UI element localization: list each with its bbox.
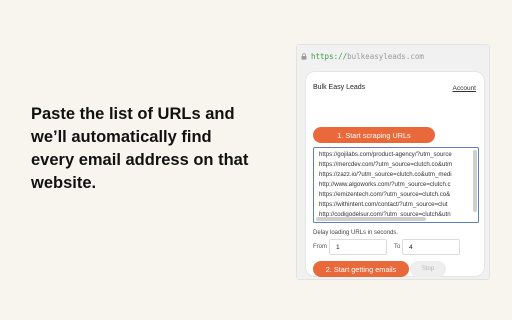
from-label: From — [313, 244, 327, 250]
extension-popup: Bulk Easy Leads Account 1. Start scrapin… — [305, 71, 485, 277]
address-bar[interactable]: https:// bulkeasyleads.com — [297, 45, 489, 67]
to-input[interactable]: 4 — [402, 239, 460, 255]
marketing-headline: Paste the list of URLs and we’ll automat… — [31, 103, 291, 195]
url-line: https://emizentech.com/?utm_source=clutc… — [319, 191, 451, 198]
url-host: bulkeasyleads.com — [347, 51, 424, 61]
account-link[interactable]: Account — [453, 85, 477, 92]
url-line: http://www.algoworks.com/?utm_source=clu… — [319, 181, 451, 188]
start-scraping-button[interactable]: 1. Start scraping URLs — [313, 127, 435, 143]
url-line: https://withintent.com/contact/?utm_sour… — [319, 201, 448, 208]
headline-line: Paste the list of URLs and — [31, 105, 235, 123]
lock-icon — [301, 52, 307, 60]
browser-window: https:// bulkeasyleads.com Bulk Easy Lea… — [296, 44, 490, 280]
stop-button[interactable]: Stop — [410, 261, 446, 277]
url-list-textarea[interactable]: https://gojilabs.com/product-agency/?utm… — [313, 147, 479, 223]
url-line: https://mercdev.com/?utm_source=clutch.c… — [319, 161, 453, 168]
start-getting-emails-button[interactable]: 2. Start getting emails — [313, 261, 409, 277]
to-label: To — [394, 244, 401, 250]
headline-line: website. — [31, 174, 97, 192]
horizontal-scrollbar[interactable] — [316, 217, 426, 221]
vertical-scrollbar[interactable] — [473, 150, 477, 212]
headline-line: every email address on that — [31, 151, 249, 169]
brand-title: Bulk Easy Leads — [313, 84, 366, 91]
url-scheme: https:// — [311, 51, 348, 61]
url-line: https://zazz.io/?utm_source=clutch.co&ut… — [319, 171, 452, 178]
headline-line: we’ll automatically find — [31, 128, 212, 146]
from-input[interactable]: 1 — [329, 239, 387, 255]
delay-label: Delay loading URLs in seconds. — [313, 230, 399, 236]
url-line: https://gojilabs.com/product-agency/?utm… — [319, 151, 452, 158]
url-list: https://gojilabs.com/product-agency/?utm… — [319, 150, 471, 220]
